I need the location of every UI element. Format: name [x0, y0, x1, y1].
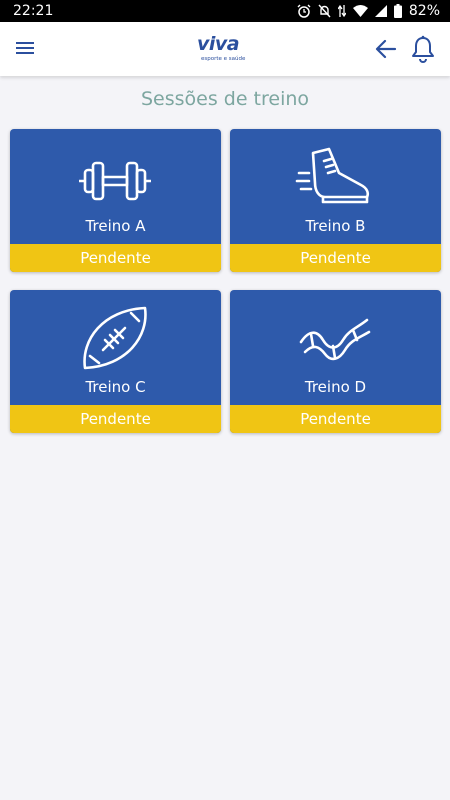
menu-button[interactable]: [14, 38, 38, 60]
battery-percent: 82%: [408, 3, 440, 19]
notifications-button[interactable]: [410, 34, 436, 64]
logo-tagline: esporte e saúde: [201, 56, 246, 62]
arrow-back-icon: [375, 39, 397, 59]
status-time: 22:21: [13, 3, 54, 19]
session-status-badge: Pendente: [230, 405, 441, 433]
wifi-icon: [352, 5, 368, 17]
back-button[interactable]: [373, 37, 399, 61]
football-icon: [83, 306, 147, 370]
session-status-badge: Pendente: [10, 405, 221, 433]
status-icons: 82%: [297, 3, 440, 19]
session-card-treino-b[interactable]: Treino B Pendente: [230, 129, 441, 272]
signal-icon: [374, 5, 387, 17]
session-card-treino-a[interactable]: Treino A Pendente: [10, 129, 221, 272]
page-title: Sessões de treino: [140, 88, 310, 110]
session-name: Treino B: [305, 217, 366, 235]
mute-icon: [318, 4, 331, 18]
battery-icon: [393, 4, 402, 18]
session-name: Treino D: [304, 378, 367, 396]
session-name: Treino A: [85, 217, 146, 235]
status-bar: 22:21 82%: [0, 0, 450, 22]
session-status-badge: Pendente: [230, 244, 441, 272]
session-card-treino-c[interactable]: Treino C Pendente: [10, 290, 221, 433]
menu-icon: [16, 42, 34, 54]
dna-icon: [299, 318, 371, 361]
data-icon: [337, 4, 346, 18]
running-shoe-icon: [295, 147, 370, 204]
session-name: Treino C: [85, 378, 146, 396]
session-card-treino-d[interactable]: Treino D Pendente: [230, 290, 441, 433]
alarm-icon: [297, 4, 311, 18]
dumbbell-icon: [79, 161, 151, 201]
app-logo: viva esporte e saúde: [197, 33, 259, 68]
logo-wordmark: viva: [197, 33, 240, 55]
app-bar: viva esporte e saúde: [0, 22, 450, 76]
bell-icon: [412, 35, 434, 63]
session-status-badge: Pendente: [10, 244, 221, 272]
